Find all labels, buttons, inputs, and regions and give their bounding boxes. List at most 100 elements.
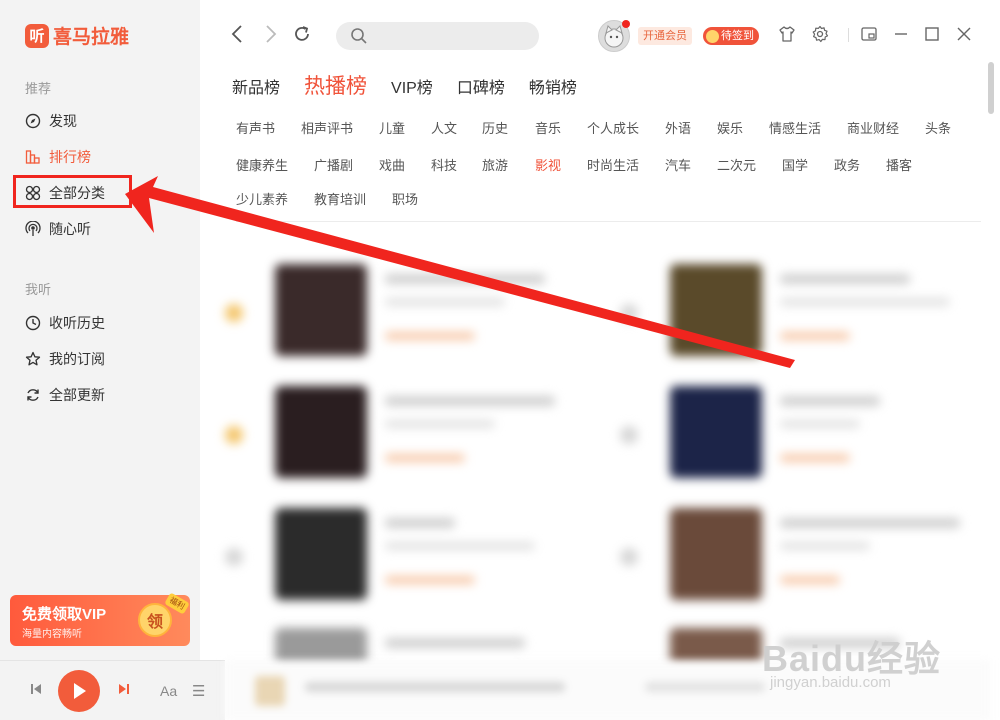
category-item[interactable]: 个人成长 [587, 118, 639, 137]
category-item[interactable]: 音乐 [535, 118, 561, 137]
mini-mode-icon[interactable] [860, 25, 878, 47]
category-item[interactable]: 商业财经 [847, 118, 899, 137]
play-button[interactable] [58, 670, 100, 712]
category-item[interactable]: 播客 [886, 155, 912, 174]
cover-image [255, 676, 285, 706]
settings-icon[interactable] [811, 25, 829, 47]
category-item[interactable]: 娱乐 [717, 118, 743, 137]
scrollbar[interactable] [988, 62, 994, 114]
rank-badge [225, 426, 243, 444]
font-size-button[interactable]: Aa [160, 683, 177, 699]
rank-badge [620, 548, 638, 566]
back-icon[interactable] [230, 24, 244, 50]
category-item[interactable]: 科技 [431, 155, 457, 174]
checkin-button[interactable]: 待签到 [703, 27, 759, 45]
tab-new[interactable]: 新品榜 [232, 74, 280, 98]
category-item-active[interactable]: 影视 [535, 155, 561, 174]
placeholder-line [780, 576, 840, 584]
logo-icon: 听 [25, 23, 49, 48]
avatar[interactable] [598, 20, 630, 52]
category-item[interactable]: 广播剧 [314, 155, 353, 174]
sidebar: 听 喜马拉雅 推荐 发现 排行榜 全部分类 随心听 我听 收听历史 我的订阅 全… [0, 0, 200, 720]
placeholder-line [385, 298, 505, 306]
placeholder-line [385, 576, 475, 584]
cover-image [670, 508, 762, 600]
previous-icon[interactable] [30, 683, 42, 698]
sidebar-item-radio[interactable]: 随心听 [24, 218, 91, 240]
category-item[interactable]: 职场 [392, 189, 418, 208]
refresh-icon[interactable] [292, 24, 312, 50]
placeholder-line [385, 542, 535, 550]
sidebar-item-ranking[interactable]: 排行榜 [24, 146, 91, 168]
tab-reputation[interactable]: 口碑榜 [457, 74, 505, 98]
section-title-recommend: 推荐 [25, 81, 52, 96]
search-input[interactable] [376, 26, 526, 46]
placeholder-line [780, 396, 880, 406]
vip-banner-subtitle: 海量内容畅听 [22, 629, 82, 640]
app-logo[interactable]: 听 喜马拉雅 [25, 22, 129, 49]
category-item[interactable]: 历史 [482, 118, 508, 137]
placeholder-line [645, 682, 765, 692]
placeholder-line [385, 454, 465, 462]
ranking-icon [24, 149, 41, 166]
category-item[interactable]: 戏曲 [379, 155, 405, 174]
list-item[interactable] [225, 264, 605, 364]
forward-icon[interactable] [264, 24, 278, 50]
search-icon [350, 27, 368, 50]
placeholder-line [780, 332, 850, 340]
category-item[interactable]: 健康养生 [236, 155, 288, 174]
category-item[interactable]: 旅游 [482, 155, 508, 174]
refresh-icon [24, 387, 41, 404]
vip-promo-banner[interactable]: 免费领取VIP 海量内容畅听 领 福利 [10, 592, 190, 646]
category-item[interactable]: 政务 [834, 155, 860, 174]
close-icon[interactable] [955, 25, 973, 47]
next-icon[interactable] [118, 683, 130, 698]
sidebar-item-updates[interactable]: 全部更新 [24, 384, 105, 406]
category-item[interactable]: 有声书 [236, 118, 275, 137]
sidebar-item-label: 发现 [49, 113, 77, 129]
cover-image [670, 386, 762, 478]
cover-image [275, 386, 367, 478]
top-bar: 开通会员 待签到 [200, 0, 1000, 72]
clock-icon [24, 315, 41, 332]
placeholder-line [385, 274, 545, 284]
radio-icon [24, 221, 41, 238]
search-bar[interactable] [336, 22, 539, 50]
category-item[interactable]: 情感生活 [769, 118, 821, 137]
tab-vip[interactable]: VIP榜 [391, 74, 433, 98]
skin-icon[interactable] [778, 25, 796, 47]
tab-hot[interactable]: 热播榜 [304, 70, 367, 100]
category-item[interactable]: 汽车 [665, 155, 691, 174]
placeholder-line [385, 518, 455, 528]
logo-text: 喜马拉雅 [53, 27, 130, 48]
playlist-icon[interactable]: ☰ [192, 682, 205, 700]
list-item[interactable] [620, 264, 990, 364]
list-item[interactable] [225, 386, 605, 486]
category-item[interactable]: 时尚生活 [587, 155, 639, 174]
category-item[interactable]: 头条 [925, 118, 951, 137]
sidebar-item-subscriptions[interactable]: 我的订阅 [24, 348, 105, 370]
placeholder-line [780, 454, 850, 462]
sidebar-item-label: 随心听 [49, 221, 91, 237]
checkin-label: 待签到 [721, 30, 754, 42]
list-item[interactable] [225, 508, 605, 608]
list-item[interactable] [620, 386, 990, 486]
player-bar: Aa ☰ [0, 660, 225, 720]
category-item[interactable]: 人文 [431, 118, 457, 137]
category-item[interactable]: 二次元 [717, 155, 756, 174]
category-item[interactable]: 少儿素养 [236, 189, 288, 208]
category-item[interactable]: 教育培训 [314, 189, 366, 208]
sidebar-item-discover[interactable]: 发现 [24, 110, 77, 132]
tab-bestselling[interactable]: 畅销榜 [529, 74, 577, 98]
list-item[interactable] [620, 508, 990, 608]
open-vip-button[interactable]: 开通会员 [638, 27, 692, 45]
minimize-icon[interactable] [892, 25, 910, 47]
sidebar-item-history[interactable]: 收听历史 [24, 312, 105, 334]
category-item[interactable]: 儿童 [379, 118, 405, 137]
maximize-icon[interactable] [923, 25, 941, 47]
sidebar-item-label: 我的订阅 [49, 351, 105, 367]
category-item[interactable]: 相声评书 [301, 118, 353, 137]
category-item[interactable]: 外语 [665, 118, 691, 137]
category-item[interactable]: 国学 [782, 155, 808, 174]
placeholder-line [780, 518, 960, 528]
